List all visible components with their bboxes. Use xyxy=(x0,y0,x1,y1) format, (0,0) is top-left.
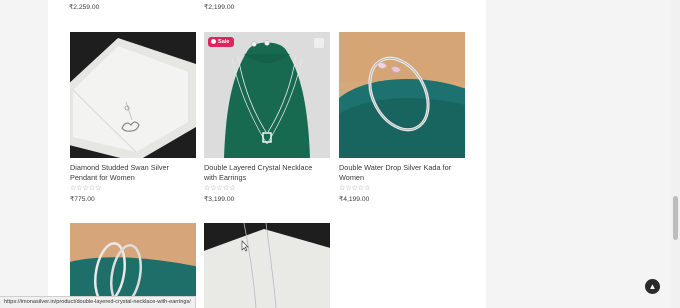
product-price: ₹775.00 xyxy=(70,196,95,203)
kada-photo xyxy=(339,32,465,158)
back-to-top-icon[interactable]: ▲ xyxy=(645,279,660,294)
mouse-cursor-icon xyxy=(241,240,249,252)
product-price: ₹4,199.00 xyxy=(339,196,370,203)
star-rating: ☆☆☆☆☆ xyxy=(204,185,236,192)
star-rating: ☆☆☆☆☆ xyxy=(70,185,102,192)
title-line: Double Layered Crystal Necklace xyxy=(204,163,313,172)
scrollbar[interactable] xyxy=(670,0,680,308)
product-price: ₹2,259.00 xyxy=(69,4,100,11)
product-image[interactable] xyxy=(339,32,465,158)
chain-photo xyxy=(204,223,330,308)
tag-icon xyxy=(211,39,216,44)
product-price: ₹2,199.00 xyxy=(204,4,235,11)
status-bar-url: https://imonasilver.in/product/double-la… xyxy=(0,296,196,308)
title-line: Double Water Drop Silver Kada for xyxy=(339,163,452,172)
sale-label: Sale xyxy=(218,39,230,45)
shop-page: ₹2,259.00 ₹2,199.00 Diamond Studded Swan… xyxy=(48,0,486,308)
pendant-photo xyxy=(70,32,196,158)
title-line: Women xyxy=(339,172,365,182)
necklace-photo xyxy=(204,32,330,158)
quick-view-icon[interactable] xyxy=(314,38,324,48)
product-image[interactable]: Sale xyxy=(204,32,330,158)
product-title[interactable]: Double Layered Crystal Necklace with Ear… xyxy=(204,163,336,182)
product-image[interactable] xyxy=(70,32,196,158)
title-line: Diamond Studded Swan Silver xyxy=(70,163,169,172)
title-line: Pendant for Women xyxy=(70,172,135,182)
product-price: ₹3,199.00 xyxy=(204,196,235,203)
cut-off-price xyxy=(339,0,369,2)
star-rating: ☆☆☆☆☆ xyxy=(339,185,371,192)
product-image[interactable] xyxy=(204,223,330,308)
scrollbar-thumb[interactable] xyxy=(673,196,678,240)
title-line: with Earrings xyxy=(204,172,247,182)
product-title[interactable]: Double Water Drop Silver Kada for Women xyxy=(339,163,471,182)
sale-badge: Sale xyxy=(208,37,234,47)
product-title[interactable]: Diamond Studded Swan Silver Pendant for … xyxy=(70,163,202,182)
